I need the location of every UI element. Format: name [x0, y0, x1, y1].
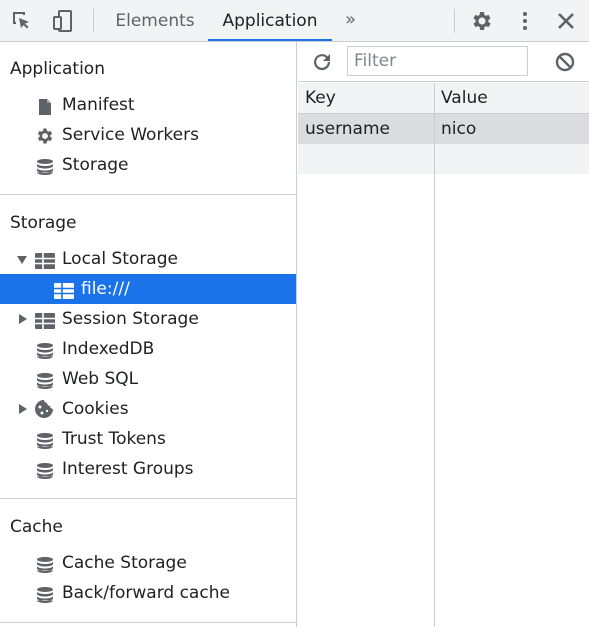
sidebar-item-service-workers[interactable]: Service Workers	[0, 120, 296, 150]
tab-application[interactable]: Application	[208, 0, 332, 41]
database-icon	[36, 340, 54, 359]
sidebar-item-web-sql[interactable]: Web SQL	[0, 364, 296, 394]
filter-input[interactable]	[347, 46, 528, 76]
close-icon[interactable]	[554, 9, 578, 33]
tab-elements[interactable]: Elements	[108, 0, 202, 41]
database-icon	[36, 554, 54, 573]
sidebar-item-label: Back/forward cache	[62, 583, 230, 603]
section-divider	[0, 498, 297, 499]
sidebar-item-manifest[interactable]: Manifest	[0, 90, 296, 120]
more-tabs-chevron-icon[interactable]: »	[345, 0, 356, 41]
table-row-empty[interactable]	[298, 144, 589, 174]
section-divider	[0, 622, 297, 623]
sidebar-item-label: Cache Storage	[62, 553, 187, 573]
grid-icon	[35, 310, 55, 329]
database-icon	[36, 460, 54, 479]
toolbar-separator	[454, 9, 455, 33]
sidebar-item-trust-tokens[interactable]: Trust Tokens	[0, 424, 296, 454]
kebab-menu-icon[interactable]	[513, 9, 537, 33]
grid-icon	[54, 280, 74, 299]
toolbar-separator	[93, 9, 94, 33]
grid-header-row: Key Value	[298, 83, 589, 114]
sidebar-item-local-storage-file[interactable]: file:///	[0, 274, 296, 304]
storage-toolbar	[298, 42, 589, 82]
sidebar-item-interest-groups[interactable]: Interest Groups	[0, 454, 296, 484]
sidebar-item-cache-storage[interactable]: Cache Storage	[0, 548, 296, 578]
cell-value: nico	[441, 119, 477, 139]
sidebar-item-label: Storage	[62, 155, 129, 175]
gear-icon	[35, 126, 53, 144]
sidebar-item-label: IndexedDB	[62, 339, 155, 359]
sidebar-item-label: Session Storage	[62, 309, 199, 329]
sidebar-item-label: Manifest	[62, 95, 135, 115]
expand-arrow-right-icon[interactable]	[19, 404, 27, 414]
column-header-key[interactable]: Key	[305, 83, 336, 114]
document-icon	[36, 96, 54, 115]
section-title-application: Application	[10, 59, 105, 79]
sidebar-item-label: Web SQL	[62, 369, 139, 389]
sidebar-item-label: Local Storage	[62, 249, 178, 269]
sidebar-item-session-storage[interactable]: Session Storage	[0, 304, 296, 334]
refresh-icon[interactable]	[310, 50, 334, 74]
sidebar-item-cookies[interactable]: Cookies	[0, 394, 296, 424]
settings-gear-icon[interactable]	[470, 9, 494, 33]
expand-arrow-right-icon[interactable]	[19, 314, 27, 324]
section-divider	[0, 194, 297, 195]
cookie-icon	[34, 399, 54, 419]
database-icon	[36, 584, 54, 603]
devtools-toolbar: Elements Application »	[0, 0, 589, 42]
table-row[interactable]: username nico	[298, 114, 589, 144]
application-sidebar: Application Manifest Service Workers Sto…	[0, 42, 297, 627]
device-toolbar-icon[interactable]	[51, 9, 75, 33]
sidebar-item-label: Trust Tokens	[62, 429, 166, 449]
sidebar-item-label: Interest Groups	[62, 459, 194, 479]
section-title-cache: Cache	[10, 517, 63, 537]
clear-all-block-icon[interactable]	[554, 51, 576, 73]
sidebar-item-indexeddb[interactable]: IndexedDB	[0, 334, 296, 364]
cell-key: username	[305, 119, 390, 139]
section-title-storage: Storage	[10, 213, 77, 233]
expand-arrow-down-icon[interactable]	[17, 256, 27, 264]
inspect-element-icon[interactable]	[10, 9, 34, 33]
sidebar-item-label: Service Workers	[62, 125, 199, 145]
sidebar-item-back-forward-cache[interactable]: Back/forward cache	[0, 578, 296, 608]
sidebar-item-local-storage[interactable]: Local Storage	[0, 244, 296, 274]
local-storage-panel: Key Value username nico	[298, 42, 589, 627]
column-header-value[interactable]: Value	[441, 83, 488, 114]
column-divider	[434, 83, 435, 627]
database-icon	[36, 430, 54, 449]
database-icon	[36, 156, 54, 175]
sidebar-item-storage[interactable]: Storage	[0, 150, 296, 180]
sidebar-item-label: Cookies	[62, 399, 129, 419]
database-icon	[36, 370, 54, 389]
sidebar-item-label: file:///	[81, 279, 130, 299]
grid-icon	[35, 250, 55, 269]
